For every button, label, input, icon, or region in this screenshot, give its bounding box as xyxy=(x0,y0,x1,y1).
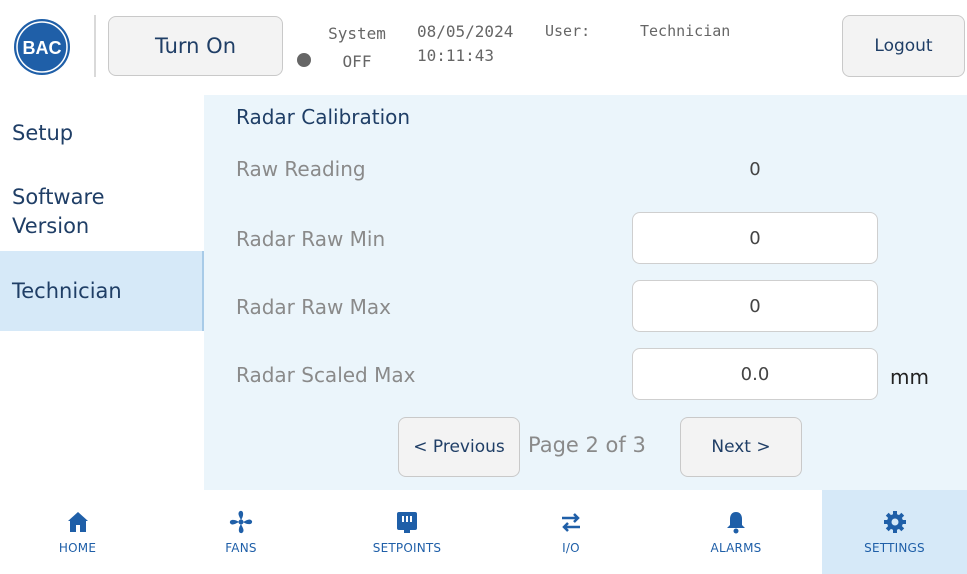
user-label: User: xyxy=(545,22,591,40)
radar-calibration-panel: Radar Calibration Raw Reading 0 Radar Ra… xyxy=(204,95,967,490)
sidebar-item-setup[interactable]: Setup xyxy=(0,119,204,148)
user-value: Technician xyxy=(640,22,731,40)
nav-label: FANS xyxy=(225,541,257,555)
settings-sidebar: Setup Software Version Technician xyxy=(0,95,204,490)
nav-settings[interactable]: SETTINGS xyxy=(822,490,967,574)
fan-icon xyxy=(229,510,253,534)
sidebar-item-technician[interactable]: Technician xyxy=(0,251,204,331)
logo-divider xyxy=(94,15,96,77)
radar-scaled-max-field[interactable]: 0.0 xyxy=(632,348,878,400)
logout-button[interactable]: Logout xyxy=(842,15,965,77)
raw-reading-label: Raw Reading xyxy=(236,157,366,181)
sidebar-item-label: Technician xyxy=(12,278,122,303)
system-state: OFF xyxy=(342,52,372,71)
sidebar-item-label: Software Version xyxy=(12,185,105,238)
previous-page-button[interactable]: < Previous xyxy=(398,417,520,477)
nav-label: SETPOINTS xyxy=(372,541,442,555)
io-arrows-icon xyxy=(562,513,580,532)
nav-fans[interactable]: FANS xyxy=(160,490,322,574)
logo-text: BAC xyxy=(23,38,62,58)
time-display: 10:11:43 xyxy=(417,46,495,65)
radar-scaled-max-label: Radar Scaled Max xyxy=(236,363,416,387)
setpoints-icon xyxy=(397,512,417,533)
page-indicator: Page 2 of 3 xyxy=(528,433,646,457)
radar-raw-max-field[interactable]: 0 xyxy=(632,280,878,332)
turn-on-button[interactable]: Turn On xyxy=(108,16,283,76)
next-page-button[interactable]: Next > xyxy=(680,417,802,477)
unit-label: mm xyxy=(890,365,929,389)
bac-logo-icon: BAC xyxy=(14,19,70,75)
nav-io[interactable]: I/O xyxy=(492,490,650,574)
nav-label: ALARMS xyxy=(710,541,762,555)
raw-reading-value: 0 xyxy=(749,159,761,180)
bell-icon xyxy=(727,512,745,534)
nav-label: I/O xyxy=(562,541,580,555)
sidebar-item-software-version[interactable]: Software Version xyxy=(0,183,204,241)
radar-raw-max-label: Radar Raw Max xyxy=(236,295,392,319)
bottom-navigation: HOME FANS SETPOINTS I/O ALARMS SETTINGS xyxy=(0,490,967,574)
system-label: System xyxy=(328,24,386,43)
nav-label: SETTINGS xyxy=(864,541,925,555)
system-status-indicator xyxy=(297,53,311,67)
radar-raw-min-field[interactable]: 0 xyxy=(632,212,878,264)
nav-setpoints[interactable]: SETPOINTS xyxy=(322,490,492,574)
section-title: Radar Calibration xyxy=(236,105,411,129)
date-display: 08/05/2024 xyxy=(417,22,514,41)
home-icon xyxy=(67,512,88,532)
radar-raw-min-label: Radar Raw Min xyxy=(236,227,386,251)
gear-icon xyxy=(883,511,906,533)
nav-label: HOME xyxy=(58,541,97,555)
header-bar: BAC Turn On System OFF 08/05/2024 10:11:… xyxy=(0,0,967,95)
nav-alarms[interactable]: ALARMS xyxy=(650,490,822,574)
nav-home[interactable]: HOME xyxy=(0,490,155,574)
